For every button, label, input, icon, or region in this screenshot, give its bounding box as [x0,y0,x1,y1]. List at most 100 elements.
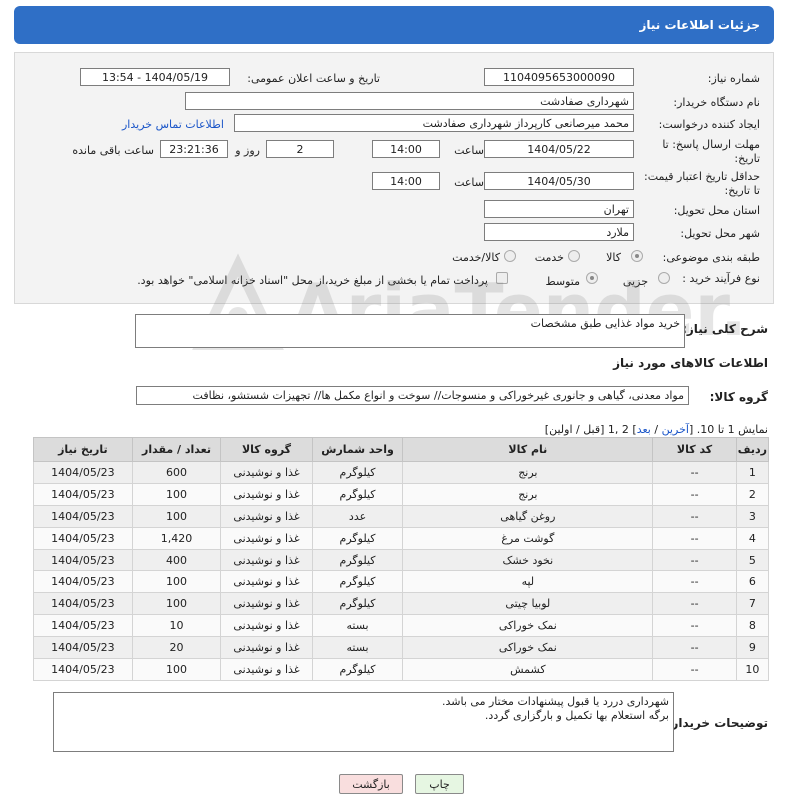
row-number-cell: 1 [735,461,770,484]
process-minor-label: جزیی [622,275,648,288]
col-qty-header: تعداد / مقدار [131,437,222,462]
description-field: خرید مواد غذایی طبق مشخصات [135,314,685,348]
row-number-cell: 2 [735,482,770,506]
buyer-notes-field: شهرداری دررد یا قبول پیشنهادات مختار می … [53,692,674,752]
item-qty-cell: 100 [131,570,222,594]
process-label: نوع فرآیند خرید : [682,272,760,285]
announce-date-label: تاریخ و ساعت اعلان عمومی: [247,72,380,85]
item-qty-cell: 1,420 [131,526,222,550]
item-date-cell: 1404/05/23 [33,526,133,550]
item-code-cell: -- [652,614,737,638]
category-goods-label: کالا [606,251,621,264]
row-number-cell: 4 [735,526,770,550]
item-name-cell: گوشت مرغ [402,526,654,550]
table-row: 1 -- برنج کیلوگرم غذا و نوشیدنی 600 1404/05/23 [33,461,770,484]
process-medium-radio[interactable] [586,272,598,284]
treasury-checkbox[interactable] [496,272,508,284]
item-group-cell: غذا و نوشیدنی [220,658,313,681]
col-group-header: گروه کالا [220,437,313,462]
pagination-last-link[interactable]: آخرین [662,423,689,436]
table-row: 2 -- برنج کیلوگرم غذا و نوشیدنی 100 1404/05/23 [33,482,770,506]
item-date-cell: 1404/05/23 [33,570,133,594]
requester-field: محمد میرصانعی کارپرداز شهرداری صفادشت [234,114,634,132]
table-header-row: ردیف کد کالا نام کالا واحد شمارش گروه کا… [33,437,770,462]
row-number-cell: 9 [735,636,770,660]
goods-table-body: 1 -- برنج کیلوگرم غذا و نوشیدنی 600 1404/05/23… [33,461,770,681]
price-validity-date-field: 1404/05/30 [484,172,634,190]
treasury-note: پرداخت تمام یا بخشی از مبلغ خرید،از محل … [137,274,488,287]
item-code-cell: -- [652,504,737,528]
item-qty-cell: 100 [131,504,222,528]
item-name-cell: لوبیا چیتی [402,592,654,616]
reply-deadline-label: مهلت ارسال پاسخ: تا [662,138,760,151]
item-qty-cell: 10 [131,614,222,638]
item-name-cell: روغن گیاهی [402,504,654,528]
table-row: 9 -- نمک خوراکی بسته غذا و نوشیدنی 20 1404/05/… [33,636,770,660]
print-button[interactable]: چاپ [415,774,464,794]
item-group-cell: غذا و نوشیدنی [220,482,313,506]
category-label: طبقه بندی موضوعی: [662,251,760,264]
row-number-cell: 10 [735,658,770,681]
need-number-field: 1104095653000090 [484,68,634,86]
reply-deadline-label-2: تاریخ: [734,152,760,165]
pagination: نمایش 1 تا 10. [آخرین / بعد] 2 ,1 [قبل /… [545,423,768,436]
pagination-prefix: نمایش 1 تا 10. [ [688,423,768,436]
price-validity-label: حداقل تاریخ اعتبار قیمت: [644,170,760,183]
item-name-cell: برنج [402,482,654,506]
item-unit-cell: کیلوگرم [311,461,404,484]
item-date-cell: 1404/05/23 [33,548,133,572]
item-code-cell: -- [652,592,737,616]
item-unit-cell: عدد [311,504,404,528]
item-qty-cell: 100 [131,592,222,616]
buyer-contact-link[interactable]: اطلاعات تماس خریدار [122,118,224,131]
price-validity-time-label: ساعت [454,176,484,189]
process-minor-radio[interactable] [658,272,670,284]
item-qty-cell: 100 [131,658,222,681]
item-name-cell: نخود خشک [402,548,654,572]
table-row: 10 -- کشمش کیلوگرم غذا و نوشیدنی 100 1404/05/2… [33,658,770,681]
goods-group-field: مواد معدنی، گیاهی و جانوری غیرخوراکی و م… [136,386,689,405]
item-group-cell: غذا و نوشیدنی [220,504,313,528]
goods-table: ردیف کد کالا نام کالا واحد شمارش گروه کا… [33,437,770,681]
goods-section-title: اطلاعات کالاهای مورد نیاز [613,356,768,370]
province-label: استان محل تحویل: [673,204,760,217]
item-code-cell: -- [652,636,737,660]
item-unit-cell: کیلوگرم [311,482,404,506]
item-group-cell: غذا و نوشیدنی [220,592,313,616]
description-text: خرید مواد غذایی طبق مشخصات [530,317,680,330]
remaining-time-field: 23:21:36 [160,140,228,158]
item-unit-cell: کیلوگرم [311,658,404,681]
item-unit-cell: کیلوگرم [311,548,404,572]
item-date-cell: 1404/05/23 [33,461,133,484]
item-unit-cell: کیلوگرم [311,592,404,616]
row-number-cell: 3 [735,504,770,528]
item-date-cell: 1404/05/23 [33,636,133,660]
item-qty-cell: 400 [131,548,222,572]
row-number-cell: 8 [735,614,770,638]
table-row: 5 -- نخود خشک کیلوگرم غذا و نوشیدنی 400 1404/0… [33,548,770,572]
buyer-notes-line-1: شهرداری دررد یا قبول پیشنهادات مختار می … [442,695,669,708]
item-code-cell: -- [652,461,737,484]
item-code-cell: -- [652,548,737,572]
item-group-cell: غذا و نوشیدنی [220,548,313,572]
item-group-cell: غذا و نوشیدنی [220,636,313,660]
back-button[interactable]: بازگشت [339,774,403,794]
category-goods-service-radio[interactable] [504,250,516,262]
item-name-cell: نمک خوراکی [402,614,654,638]
price-validity-label-2: تا تاریخ: [724,184,760,197]
city-field: ملارد [484,223,634,241]
category-service-radio[interactable] [568,250,580,262]
buyer-notes-line-2: برگه استعلام بها تکمیل و بارگزاری گردد. [484,709,669,722]
page-title: جزئیات اطلاعات نیاز [639,18,760,32]
item-date-cell: 1404/05/23 [33,592,133,616]
pagination-next-link[interactable]: بعد [637,423,651,436]
table-row: 6 -- لپه کیلوگرم غذا و نوشیدنی 100 1404/05/23 [33,570,770,594]
item-date-cell: 1404/05/23 [33,658,133,681]
category-goods-radio[interactable] [631,250,643,262]
col-code-header: کد کالا [652,437,737,462]
item-name-cell: نمک خوراکی [402,636,654,660]
requester-label: ایجاد کننده درخواست: [658,118,760,131]
page-header: جزئیات اطلاعات نیاز [14,6,774,44]
goods-group-label: گروه کالا: [709,390,768,404]
reply-time-field: 14:00 [372,140,440,158]
